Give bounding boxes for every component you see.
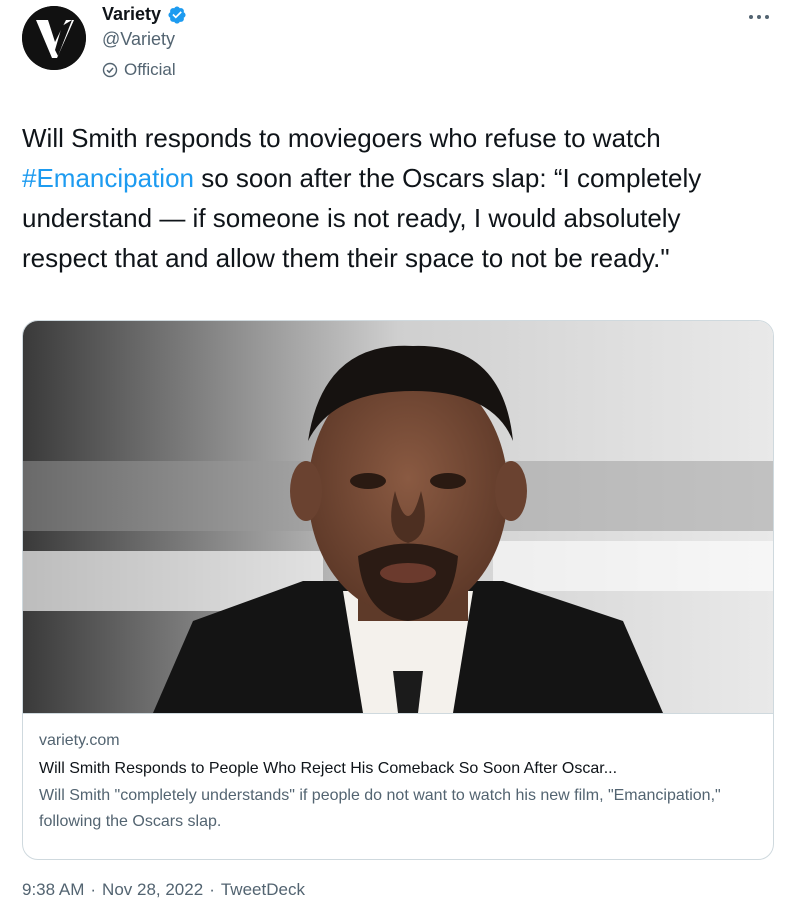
avatar[interactable] [22,6,86,70]
handle[interactable]: @Variety [102,29,187,50]
more-dot [765,15,769,19]
verified-badge-icon [167,5,187,25]
card-domain: variety.com [39,732,120,749]
official-check-icon [102,62,118,78]
tweet-date[interactable]: Nov 28, 2022 [102,880,203,900]
official-label: Official [124,60,176,79]
more-options-button[interactable] [744,6,774,28]
tweet-text: Will Smith responds to moviegoers who re… [22,118,762,278]
card-description: Will Smith "completely understands" if p… [39,787,721,830]
card-title: Will Smith Responds to People Who Reject… [39,760,618,777]
tweet-text-start: Will Smith responds to moviegoers who re… [22,123,661,153]
card-info[interactable]: variety.com Will Smith Responds to Peopl… [23,713,773,859]
author-info: Variety @Variety Official [102,4,187,80]
link-preview-card[interactable]: variety.com Will Smith Responds to Peopl… [22,320,774,860]
tweet-time[interactable]: 9:38 AM [22,880,84,900]
tweet: Variety @Variety Official Will Smith res… [0,0,800,916]
card-photo [23,321,773,713]
card-image[interactable] [23,321,773,713]
tweet-meta: 9:38 AM · Nov 28, 2022 · TweetDeck [22,880,305,900]
display-name[interactable]: Variety [102,4,161,25]
hashtag-link[interactable]: #Emancipation [22,163,194,193]
variety-v-logo-icon [22,6,86,70]
meta-separator: · [209,880,215,899]
meta-separator: · [90,880,97,899]
tweet-source[interactable]: TweetDeck [221,880,305,900]
more-horizontal-icon [749,15,753,19]
more-dot [757,15,761,19]
